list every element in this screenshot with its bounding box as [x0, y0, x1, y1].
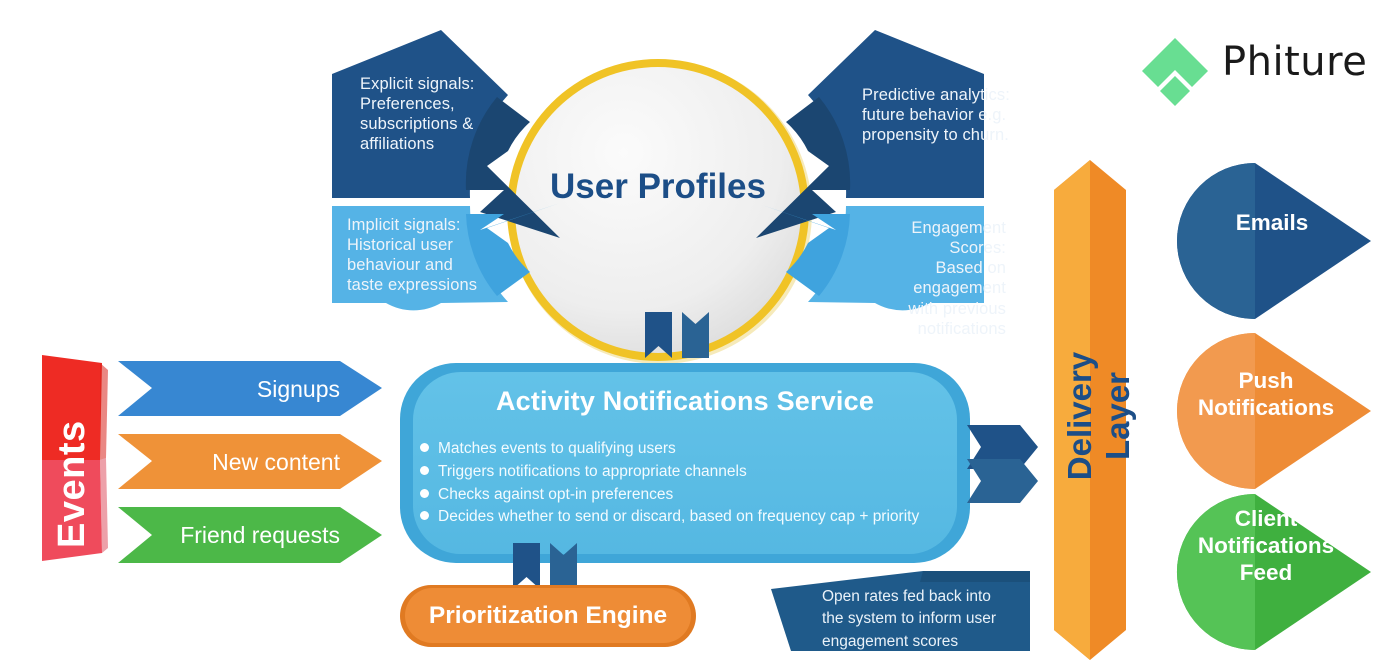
diagram-shapes [42, 30, 1371, 660]
bullet-dot-icon [420, 511, 429, 521]
event-item-signups-label[interactable]: Signups [140, 376, 340, 403]
profile-input-engagement-scores-label: Engagement Scores: Based on engagement w… [908, 219, 1006, 338]
feedback-open-rates-label: Open rates fed back into the system to i… [822, 588, 997, 650]
service-bullet-item: Checks against opt-in preferences [420, 484, 960, 507]
channel-emails [1177, 163, 1371, 319]
service-bullet-item: Matches events to qualifying users [420, 438, 960, 461]
service-bullet-item: Decides whether to send or discard, base… [420, 506, 960, 529]
prioritization-engine-label[interactable]: Prioritization Engine [403, 602, 693, 630]
service-bullet-list: Matches events to qualifying users Trigge… [420, 438, 960, 529]
bullet-dot-icon [420, 488, 429, 498]
profile-input-explicit-signals-label: Explicit signals: Preferences, subscript… [360, 75, 475, 154]
service-bullet-text: Triggers notifications to appropriate ch… [438, 462, 747, 480]
channel-client-notifications-feed-label[interactable]: Client Notifications Feed [1178, 505, 1354, 586]
channel-push-notifications-label[interactable]: Push Notifications [1180, 367, 1352, 421]
bullet-dot-icon [420, 465, 429, 475]
profile-input-predictive-analytics-label: Predictive analytics: future behavior e.… [862, 86, 1010, 145]
events-banner-label: Events [51, 420, 93, 548]
service-bullet-item: Triggers notifications to appropriate ch… [420, 461, 960, 484]
brand-wordmark: Phiture [1222, 39, 1368, 85]
service-title: Activity Notifications Service [495, 386, 875, 416]
service-bullet-text: Matches events to qualifying users [438, 440, 676, 457]
service-bullet-text: Checks against opt-in preferences [438, 485, 674, 503]
event-item-new-content-label[interactable]: New content [140, 449, 340, 476]
user-profiles-title: User Profiles [550, 167, 766, 206]
channel-emails-label[interactable]: Emails [1192, 209, 1352, 236]
phiture-chevron-logo-icon [1142, 38, 1208, 106]
delivery-layer-label: Delivery [1061, 351, 1098, 481]
service-bullet-text: Decides whether to send or discard, base… [438, 508, 920, 526]
diagram-canvas: Explicit signals: Preferences, subscript… [0, 0, 1382, 672]
bullet-dot-icon [420, 443, 429, 452]
delivery-layer-label-2: Layer [1099, 371, 1136, 461]
event-item-friend-requests-label[interactable]: Friend requests [100, 522, 340, 549]
connector-service-to-delivery [967, 425, 1038, 503]
profile-input-implicit-signals-label: Implicit signals: Historical user behavi… [347, 216, 478, 295]
